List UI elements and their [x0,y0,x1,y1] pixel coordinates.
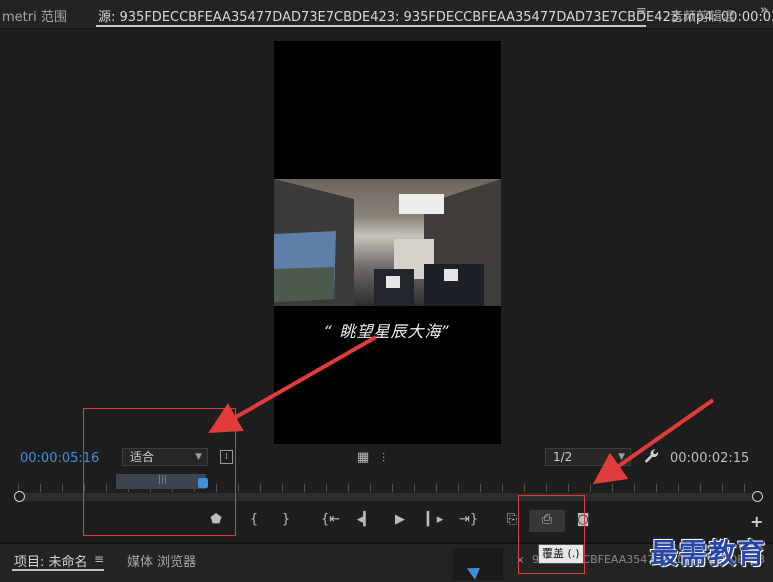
annotation-arrows [208,335,715,485]
annotation-arrow-left [208,335,377,433]
annotation-arrow-right [592,398,715,485]
